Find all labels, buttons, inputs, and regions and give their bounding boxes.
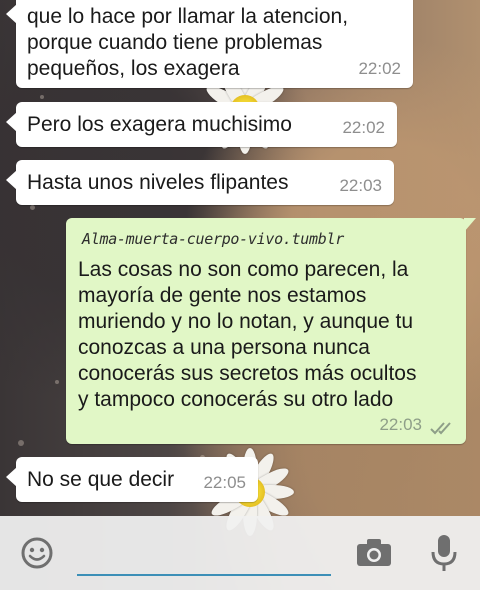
emoji-icon[interactable] xyxy=(20,536,54,575)
message-time: 22:03 xyxy=(379,415,422,434)
camera-icon[interactable] xyxy=(356,538,392,573)
incoming-message[interactable]: que lo hace por llamar la atencion, porq… xyxy=(6,0,413,88)
message-time: 22:02 xyxy=(342,118,385,137)
message-time: 22:02 xyxy=(358,59,401,78)
input-underline xyxy=(77,574,331,576)
read-receipt-icon xyxy=(430,422,451,435)
incoming-message[interactable]: Pero los exagera muchisimo 22:02 xyxy=(6,102,397,147)
incoming-message[interactable]: No se que decir 22:05 xyxy=(6,457,258,502)
message-time: 22:03 xyxy=(339,176,382,195)
message-time: 22:05 xyxy=(203,473,246,492)
tumblr-watermark: Alma-muerta-cuerpo-vivo.tumblr xyxy=(82,230,344,248)
message-text: que lo hace por llamar la atencion, porq… xyxy=(27,5,349,80)
message-input-bar xyxy=(0,516,480,590)
message-input[interactable] xyxy=(77,534,331,574)
outgoing-message[interactable]: Alma-muerta-cuerpo-vivo.tumblr Las cosas… xyxy=(66,218,476,444)
message-text: Hasta unos niveles flipantes xyxy=(27,171,289,194)
incoming-message[interactable]: Hasta unos niveles flipantes 22:03 xyxy=(6,160,394,205)
message-text: Las cosas no son como parecen, la mayorí… xyxy=(78,258,417,411)
message-text: No se que decir xyxy=(27,468,175,491)
message-text: Pero los exagera muchisimo xyxy=(27,113,292,136)
microphone-icon[interactable] xyxy=(431,534,457,579)
